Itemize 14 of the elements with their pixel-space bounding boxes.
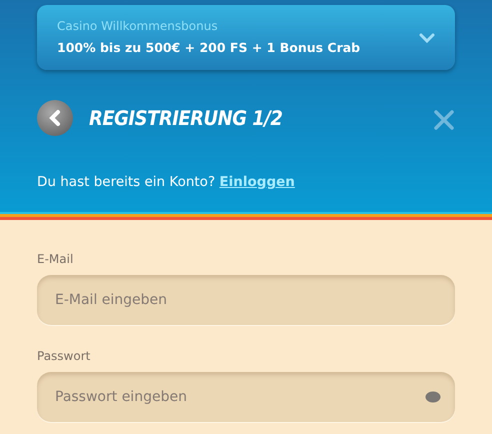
show-password-icon[interactable] (425, 391, 441, 403)
password-field[interactable]: Passwort eingeben (37, 372, 455, 422)
back-icon (47, 109, 63, 127)
field-label: Passwort (37, 348, 92, 365)
field-label: E-Mail (37, 251, 74, 268)
login-prompt: Du hast bereits ein Konto? (37, 174, 216, 190)
page-title: REGISTRIERUNG 1/2 (89, 105, 282, 132)
bonus-label: Casino Willkommensbonus (57, 18, 219, 36)
email-field[interactable]: E-Mail eingeben (37, 275, 455, 325)
bonus-dropdown[interactable]: Casino Willkommensbonus 100% bis zu 500€ + 200 FS + 1 Bonus Crab (37, 5, 455, 70)
close-button[interactable] (433, 107, 455, 129)
login-link[interactable]: Einloggen (219, 174, 295, 190)
bonus-text: 100% bis zu 500€ + 200 FS + 1 Bonus Crab (57, 39, 360, 58)
back-button[interactable] (37, 100, 73, 136)
